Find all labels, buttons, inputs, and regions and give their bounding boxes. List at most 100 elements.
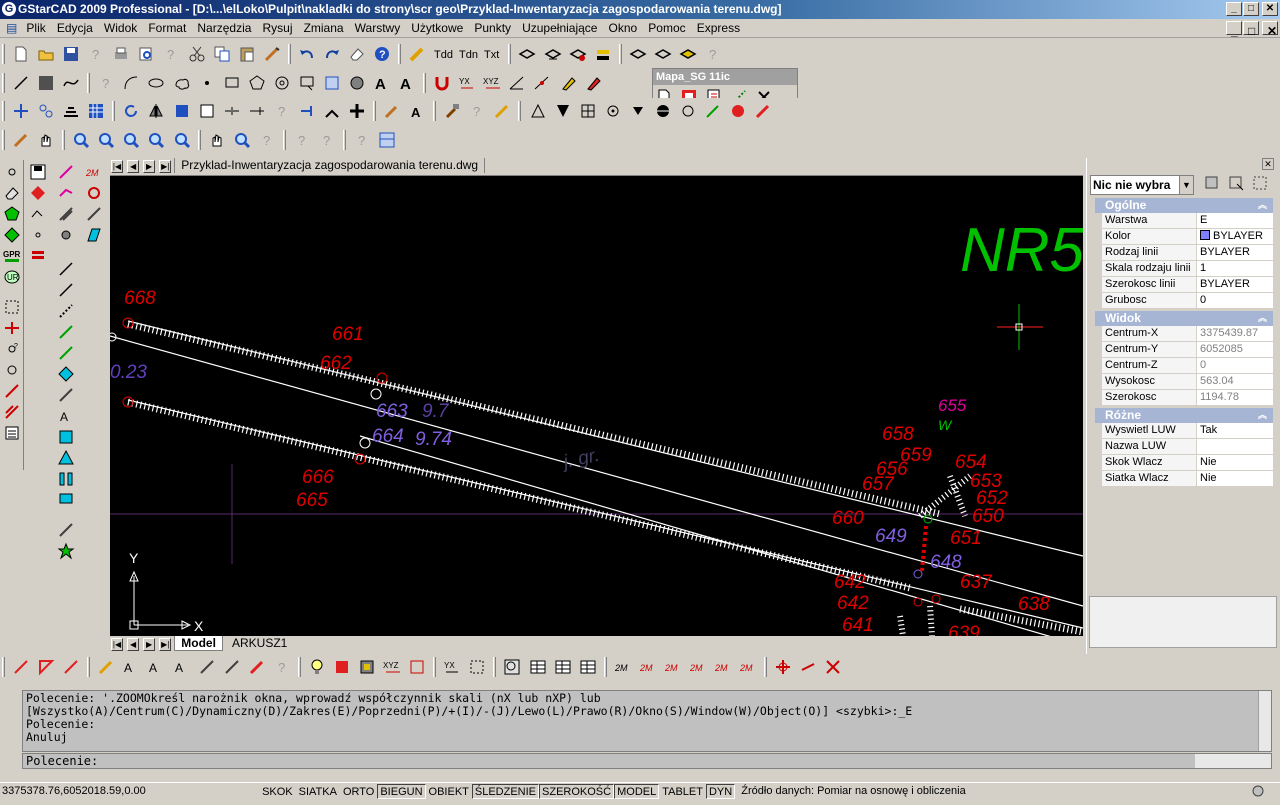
new-file-icon[interactable] <box>12 45 30 63</box>
text-pen2-icon[interactable]: A <box>57 407 75 425</box>
2m-b-icon[interactable]: 2M <box>639 658 657 676</box>
pan-icon[interactable] <box>348 102 366 120</box>
doc-restore-button[interactable]: □ <box>1243 21 1259 38</box>
layer-change-icon[interactable] <box>654 45 672 63</box>
property-row[interactable]: Siatka Wlacz Nie <box>1102 471 1273 487</box>
dark-diagonal-icon[interactable] <box>57 205 75 223</box>
trace-red-icon[interactable] <box>12 658 30 676</box>
pen-gray-icon[interactable] <box>57 521 75 539</box>
hand-icon[interactable] <box>37 131 55 149</box>
measure-angle-icon[interactable] <box>508 74 526 92</box>
yx-icon[interactable]: YX <box>458 74 476 92</box>
property-section-header[interactable]: Ogólne <box>1095 198 1273 213</box>
draw-line2-icon[interactable] <box>57 281 75 299</box>
status-toggle-model[interactable]: MODEL <box>614 784 660 799</box>
stretch-icon[interactable] <box>173 102 191 120</box>
2m-d-icon[interactable]: 2M <box>689 658 707 676</box>
knife-icon[interactable] <box>85 205 103 223</box>
menu-plik[interactable]: Plik <box>22 19 49 37</box>
layer-off-icon[interactable] <box>543 45 562 63</box>
move-icon[interactable] <box>12 102 30 120</box>
pipe-red-icon[interactable] <box>333 658 351 676</box>
grid-square-icon[interactable] <box>579 102 597 120</box>
trace-text-icon[interactable] <box>62 658 80 676</box>
red-diagonal-icon[interactable] <box>3 382 21 400</box>
layer-match-icon[interactable] <box>629 45 647 63</box>
green-shape-icon[interactable] <box>3 205 21 223</box>
text-style3-icon[interactable]: A <box>147 658 165 676</box>
undo-icon[interactable] <box>298 45 316 63</box>
text-tdn-icon[interactable]: Tdn <box>458 45 478 63</box>
triangle-small-icon[interactable] <box>629 102 647 120</box>
zoom-realtime-icon[interactable] <box>72 131 90 149</box>
menu-narzedzia[interactable]: Narzędzia <box>193 19 255 37</box>
property-value[interactable]: 0 <box>1197 293 1273 308</box>
status-toggle-skok[interactable]: SKOK <box>259 784 296 799</box>
survey-point[interactable] <box>931 594 941 604</box>
property-value[interactable]: E <box>1197 213 1273 228</box>
green-line-icon[interactable] <box>57 323 75 341</box>
2m-c-icon[interactable]: 2M <box>664 658 682 676</box>
save-icon[interactable] <box>62 45 80 63</box>
tab-arkusz1[interactable]: ARKUSZ1 <box>226 636 293 651</box>
first-tab-icon[interactable]: |◀ <box>111 160 123 173</box>
ur-icon[interactable]: UR <box>3 268 21 286</box>
help-circle-icon[interactable]: ? <box>373 45 391 63</box>
menu-widok[interactable]: Widok <box>100 19 141 37</box>
tray-settings-icon[interactable] <box>1250 784 1266 799</box>
scatter-icon[interactable] <box>29 205 47 223</box>
property-value[interactable]: Nie <box>1197 471 1273 486</box>
circle-split-icon[interactable] <box>654 102 672 120</box>
prev-layout-icon[interactable]: ◀ <box>127 638 140 651</box>
last-layout-icon[interactable]: ▶| <box>159 638 172 651</box>
cyan-square-icon[interactable] <box>57 428 75 446</box>
layer-freeze-icon[interactable] <box>569 45 587 63</box>
tab-model[interactable]: Model <box>174 636 223 651</box>
magnet-icon[interactable] <box>433 74 451 92</box>
chevron-down-icon[interactable]: ▼ <box>1179 176 1193 194</box>
survey-point[interactable] <box>913 597 923 607</box>
text-style2-icon[interactable]: A <box>122 658 140 676</box>
draw-dash-icon[interactable] <box>57 302 75 320</box>
green-star-icon[interactable] <box>57 542 75 560</box>
magnify-table-icon[interactable] <box>503 658 521 676</box>
extend-icon[interactable] <box>248 102 266 120</box>
survey-point[interactable] <box>913 569 923 579</box>
gpr-icon[interactable]: GPR <box>3 247 21 265</box>
2m-icon[interactable]: 2M <box>85 163 103 181</box>
property-row[interactable]: Centrum-Z 0 <box>1102 358 1273 374</box>
menu-zmiana[interactable]: Zmiana <box>300 19 348 37</box>
mirror-icon[interactable] <box>147 102 165 120</box>
next-layout-icon[interactable]: ▶ <box>143 638 156 651</box>
break-icon[interactable] <box>198 102 216 120</box>
print-icon[interactable] <box>112 45 130 63</box>
property-row[interactable]: Skala rodzaju linii 1 <box>1102 261 1273 277</box>
hatch-icon[interactable] <box>348 74 366 92</box>
help-icon[interactable]: ? <box>273 658 291 676</box>
text-pen-icon[interactable]: A <box>408 102 426 120</box>
text-style7-icon[interactable] <box>248 658 266 676</box>
eraser-tool-icon[interactable] <box>3 184 21 202</box>
table2-icon[interactable] <box>554 658 572 676</box>
property-row[interactable]: Nazwa LUW <box>1102 439 1273 455</box>
table1-icon[interactable] <box>529 658 547 676</box>
property-value[interactable]: Tak <box>1197 423 1273 438</box>
table3-icon[interactable] <box>579 658 597 676</box>
menu-edycja[interactable]: Edycja <box>53 19 97 37</box>
text-style6-icon[interactable] <box>223 658 241 676</box>
magenta-line-icon[interactable] <box>57 163 75 181</box>
floating-toolbar-title[interactable]: Mapa_SG 11ic <box>653 69 797 85</box>
help-icon[interactable]: ? <box>87 45 105 63</box>
rectangle-fill-icon[interactable] <box>37 74 55 92</box>
toggle-pickadd-icon[interactable] <box>1203 174 1221 192</box>
text-style1-icon[interactable] <box>97 658 115 676</box>
paste-icon[interactable] <box>238 45 256 63</box>
rotate-icon[interactable] <box>122 102 140 120</box>
mtext-a-icon[interactable]: A <box>373 74 391 93</box>
select-objects-icon[interactable] <box>1227 174 1245 192</box>
trim-icon[interactable] <box>223 102 241 120</box>
chain-icon[interactable] <box>37 102 55 120</box>
measure-line-icon[interactable] <box>533 74 551 92</box>
marker-icon[interactable] <box>559 74 577 92</box>
help-icon[interactable]: ? <box>468 102 486 120</box>
